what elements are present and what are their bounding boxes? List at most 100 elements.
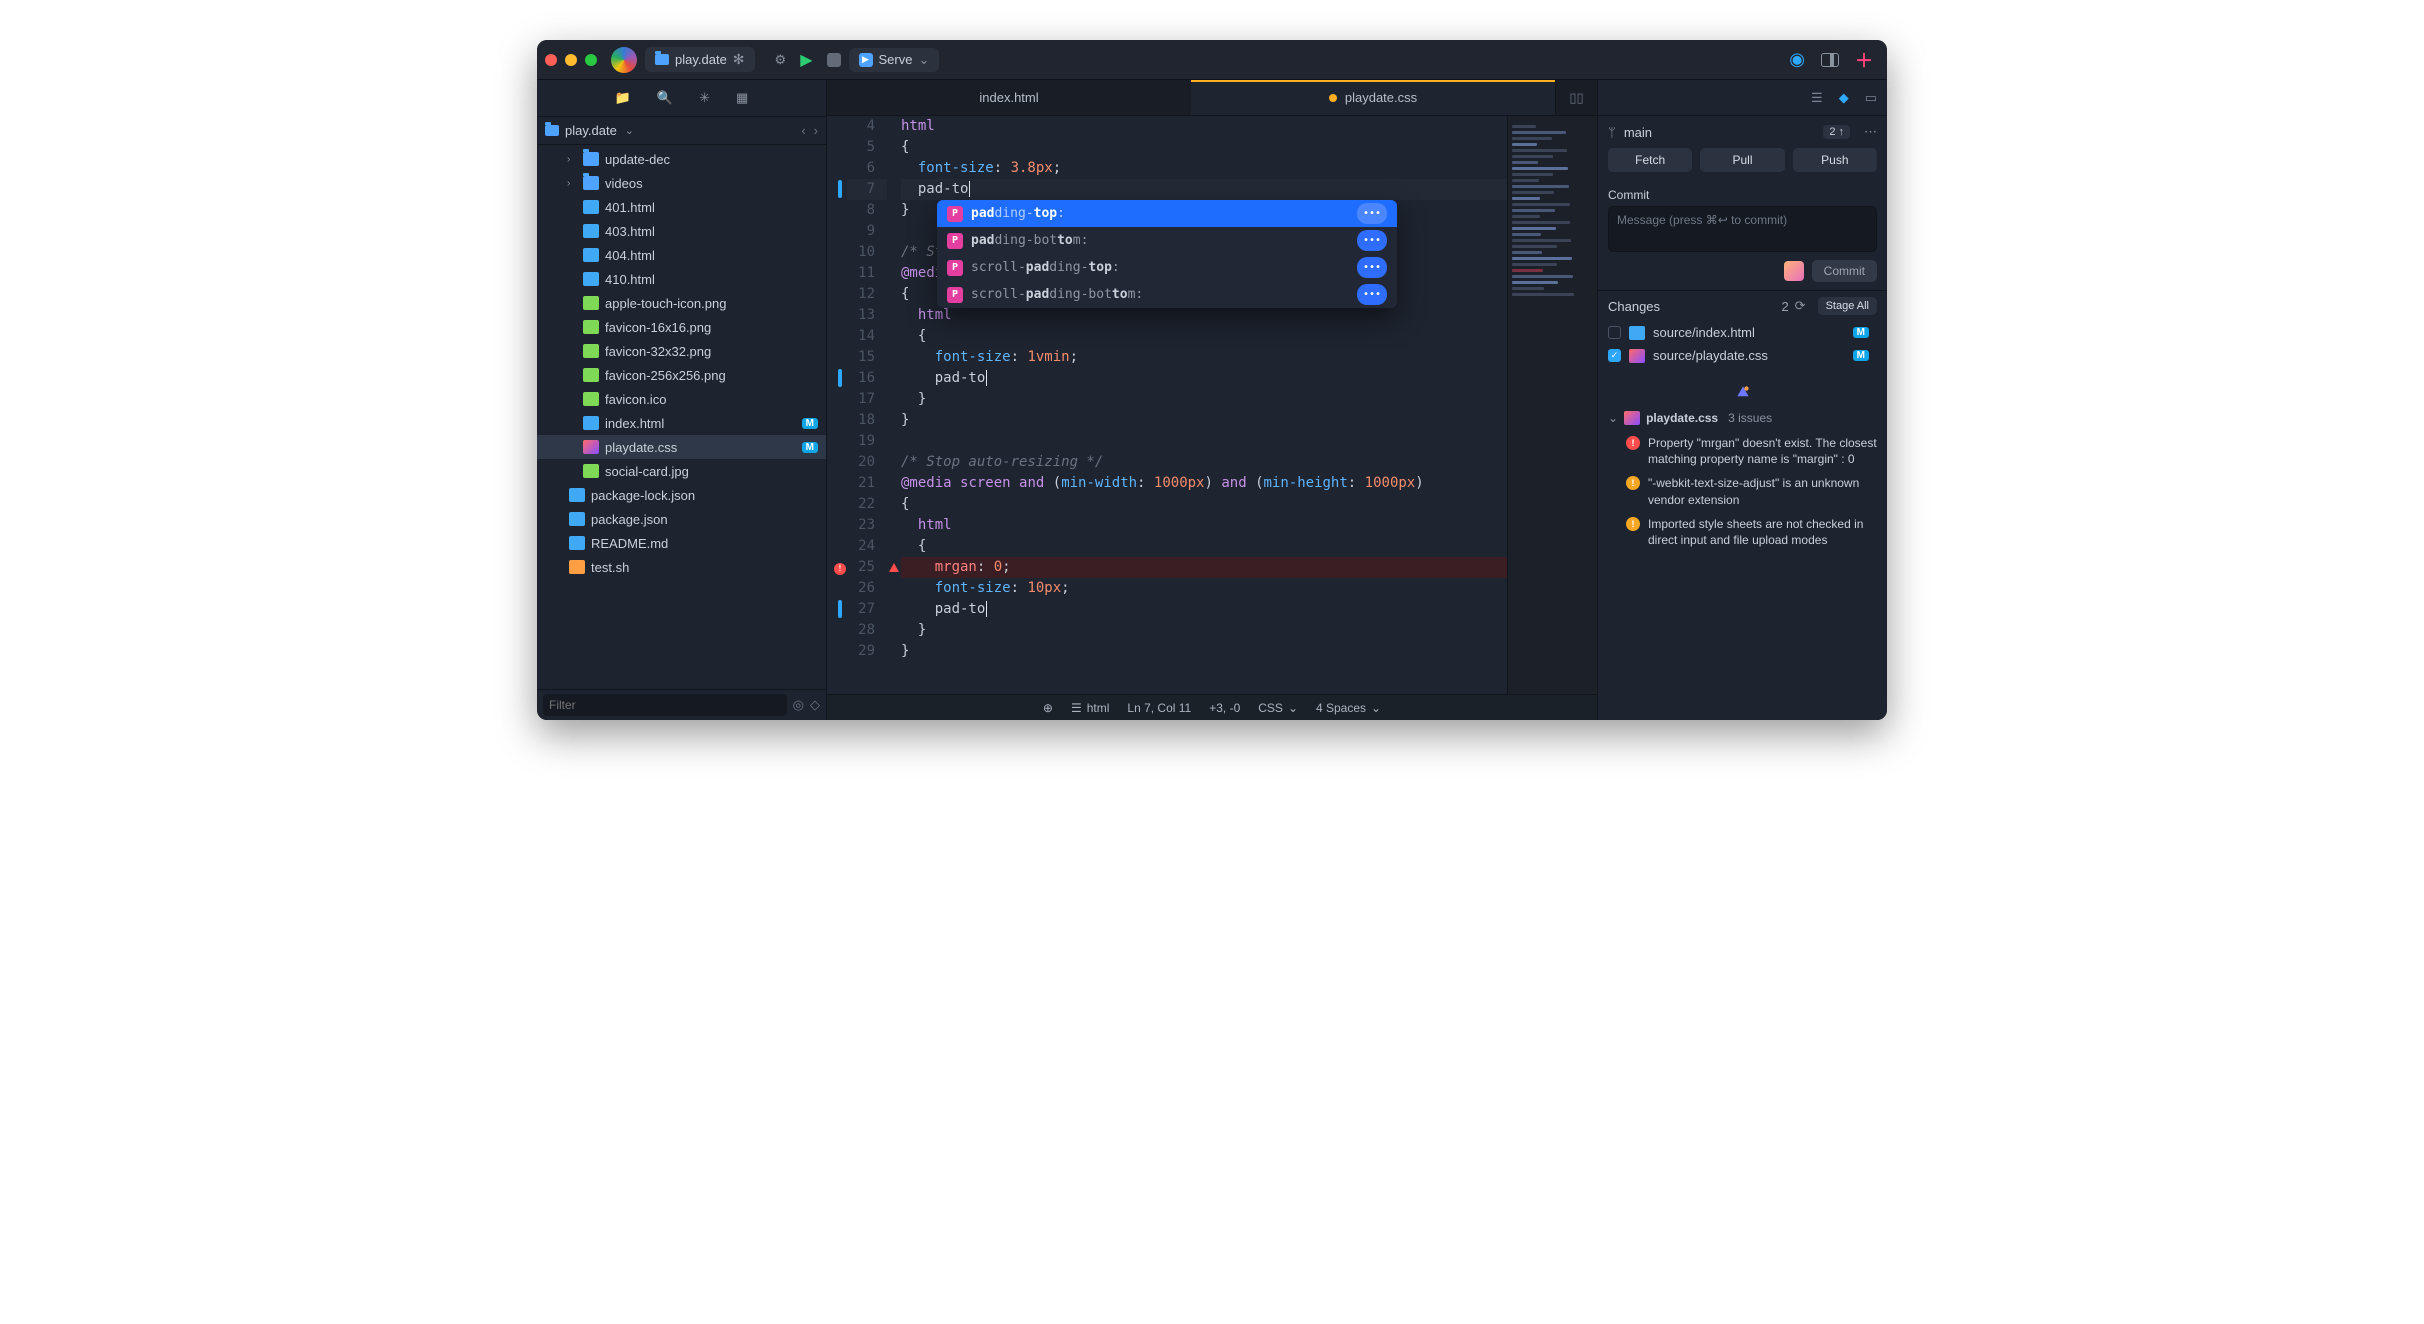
- html-file-icon: [583, 272, 599, 286]
- issues-indicator-icon[interactable]: [1736, 385, 1750, 399]
- file-name: 404.html: [605, 248, 655, 263]
- completion-chip: •••: [1357, 257, 1387, 278]
- file-tree[interactable]: ›update-dec›videos401.html403.html 404.ht…: [537, 145, 826, 689]
- stop-button[interactable]: [827, 53, 841, 67]
- sidebar: 📁 🔍 ✳ ▦ play.date ⌄ ‹ › ›update-dec›vide…: [537, 80, 827, 720]
- project-settings-icon[interactable]: ✻: [733, 51, 745, 68]
- folder-row[interactable]: ›videos: [537, 171, 826, 195]
- folder-row[interactable]: ›update-dec: [537, 147, 826, 171]
- symbols-icon[interactable]: ✳: [699, 90, 710, 106]
- scm-tool-icon[interactable]: ◆: [1839, 90, 1849, 106]
- completion-chip: •••: [1357, 230, 1387, 251]
- branch-row[interactable]: ᛘ main 2 ↑ ⋯: [1598, 116, 1887, 148]
- minimize-window-button[interactable]: [565, 54, 577, 66]
- file-row[interactable]: favicon.ico: [537, 387, 826, 411]
- panel-tool-icon[interactable]: ▭: [1865, 90, 1877, 106]
- nav-forward-icon[interactable]: ›: [814, 123, 818, 138]
- file-name: package-lock.json: [591, 488, 695, 503]
- status-link-icon[interactable]: ⊕: [1043, 701, 1053, 715]
- nav-back-icon[interactable]: ‹: [801, 123, 805, 138]
- file-name: README.md: [591, 536, 668, 551]
- png-file-icon: [583, 344, 599, 358]
- sidebar-path[interactable]: play.date ⌄ ‹ ›: [537, 116, 826, 145]
- status-syntax[interactable]: CSS ⌄: [1258, 701, 1298, 715]
- issues-file-header[interactable]: ⌄ playdate.css 3 issues: [1598, 405, 1887, 431]
- file-row[interactable]: social-card.jpg: [537, 459, 826, 483]
- grid-icon[interactable]: ▦: [736, 90, 748, 106]
- file-row[interactable]: package.json: [537, 507, 826, 531]
- files-view-icon[interactable]: 📁: [615, 90, 631, 106]
- push-button[interactable]: Push: [1793, 148, 1877, 172]
- commit-button[interactable]: Commit: [1812, 260, 1877, 282]
- file-row[interactable]: favicon-32x32.png: [537, 339, 826, 363]
- fetch-button[interactable]: Fetch: [1608, 148, 1692, 172]
- stage-checkbox[interactable]: [1608, 326, 1621, 339]
- file-name: package.json: [591, 512, 668, 527]
- project-tab[interactable]: play.date ✻: [645, 47, 755, 72]
- layout-split-icon[interactable]: [1821, 53, 1839, 67]
- commit-message-input[interactable]: Message (press ⌘↩ to commit): [1608, 206, 1877, 252]
- new-tab-button[interactable]: ＋: [1855, 47, 1873, 73]
- editor-tab[interactable]: index.html: [827, 80, 1191, 115]
- refresh-icon[interactable]: ⟳: [1795, 298, 1806, 314]
- file-row[interactable]: test.sh: [537, 555, 826, 579]
- file-row[interactable]: README.md: [537, 531, 826, 555]
- status-cursor[interactable]: Ln 7, Col 11: [1127, 701, 1191, 715]
- filter-target-icon[interactable]: ◎: [793, 697, 804, 713]
- avatar[interactable]: [1784, 261, 1804, 281]
- css-file-icon: [583, 440, 599, 454]
- project-tab-label: play.date: [675, 52, 727, 67]
- change-row[interactable]: source/index.html M: [1598, 321, 1887, 344]
- issue-row[interactable]: ! Property "mrgan" doesn't exist. The cl…: [1598, 431, 1887, 471]
- html-file-icon: [583, 224, 599, 238]
- file-row[interactable]: package-lock.json: [537, 483, 826, 507]
- issues-file-name: playdate.css: [1646, 411, 1718, 425]
- warning-icon: !: [1626, 517, 1640, 531]
- commit-heading: Commit: [1598, 180, 1887, 206]
- file-row[interactable]: favicon-16x16.png: [537, 315, 826, 339]
- stage-all-button[interactable]: Stage All: [1818, 297, 1877, 315]
- change-row[interactable]: ✓ source/playdate.css M: [1598, 344, 1887, 367]
- minimap[interactable]: [1507, 116, 1597, 694]
- maximize-window-button[interactable]: [585, 54, 597, 66]
- file-name: 410.html: [605, 272, 655, 287]
- autocomplete-item[interactable]: P padding-top: •••: [937, 200, 1397, 227]
- autocomplete-item[interactable]: P scroll-padding-top: •••: [937, 254, 1397, 281]
- file-row[interactable]: apple-touch-icon.png: [537, 291, 826, 315]
- build-icon[interactable]: ⚙︎: [775, 52, 787, 68]
- issue-row[interactable]: ! Imported style sheets are not checked …: [1598, 512, 1887, 552]
- completion-chip: •••: [1357, 203, 1387, 224]
- split-editor-icon[interactable]: ▯▯: [1555, 80, 1597, 115]
- run-button[interactable]: ▶: [800, 50, 812, 70]
- task-selector[interactable]: ▶ Serve ⌄: [849, 48, 940, 72]
- branch-icon: ᛘ: [1608, 125, 1616, 140]
- outline-tool-icon[interactable]: ☰: [1811, 90, 1823, 106]
- file-row[interactable]: index.htmlM: [537, 411, 826, 435]
- autocomplete-item[interactable]: P padding-bottom: •••: [937, 227, 1397, 254]
- file-row[interactable]: playdate.cssM: [537, 435, 826, 459]
- file-row[interactable]: 404.html: [537, 243, 826, 267]
- preview-icon[interactable]: ◉: [1789, 49, 1805, 70]
- filter-input[interactable]: [543, 694, 787, 716]
- filter-scope-icon[interactable]: ◇: [810, 697, 820, 713]
- status-indent[interactable]: 4 Spaces ⌄: [1316, 701, 1381, 715]
- tab-label: playdate.css: [1345, 90, 1417, 105]
- autocomplete-popup[interactable]: P padding-top: •••P padding-bottom: •••P…: [937, 200, 1397, 308]
- inspector: ☰ ◆ ▭ ᛘ main 2 ↑ ⋯ Fetch Pull Push Commi…: [1597, 80, 1887, 720]
- close-window-button[interactable]: [545, 54, 557, 66]
- search-icon[interactable]: 🔍: [657, 90, 673, 106]
- property-badge-icon: P: [947, 206, 963, 222]
- file-row[interactable]: 410.html: [537, 267, 826, 291]
- status-outline-icon[interactable]: ☰ html: [1071, 701, 1109, 715]
- code-editor[interactable]: 4html5{6 font-size: 3.8px;7 pad-to8}910/…: [833, 116, 1507, 694]
- file-row[interactable]: 401.html: [537, 195, 826, 219]
- pull-button[interactable]: Pull: [1700, 148, 1784, 172]
- issue-row[interactable]: ! "-webkit-text-size-adjust" is an unkno…: [1598, 471, 1887, 511]
- editor-tab[interactable]: playdate.css: [1191, 80, 1555, 115]
- file-row[interactable]: favicon-256x256.png: [537, 363, 826, 387]
- file-name: videos: [605, 176, 643, 191]
- branch-menu-icon[interactable]: ⋯: [1864, 124, 1877, 140]
- autocomplete-item[interactable]: P scroll-padding-bottom: •••: [937, 281, 1397, 308]
- file-row[interactable]: 403.html: [537, 219, 826, 243]
- stage-checkbox[interactable]: ✓: [1608, 349, 1621, 362]
